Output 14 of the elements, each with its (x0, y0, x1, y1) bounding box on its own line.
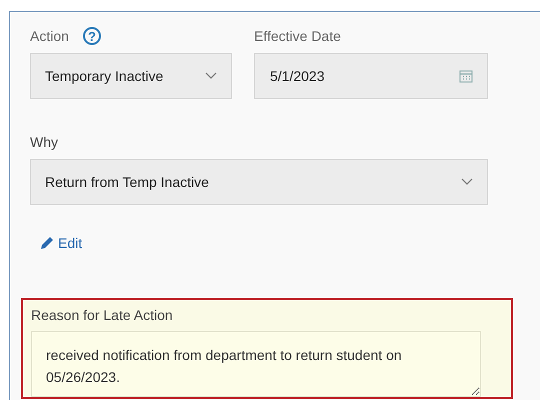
field-label: Effective Date (254, 28, 341, 44)
action-dropdown[interactable]: Temporary Inactive (30, 53, 232, 99)
why-dropdown[interactable]: Return from Temp Inactive (30, 159, 488, 205)
field-label: Why (30, 134, 58, 150)
chevron-icon (461, 178, 473, 186)
pencil-icon (39, 235, 55, 251)
field-label: Reason for Late Action (31, 307, 174, 323)
field-label: Action (30, 28, 69, 44)
reason-textarea[interactable]: received notification from department to return student on 05/26/2023. (31, 331, 481, 397)
help-icon[interactable]: ? (82, 27, 101, 45)
edit-link[interactable]: Edit (39, 235, 82, 251)
date-field[interactable]: 5/1/2023 (254, 53, 488, 99)
chevron-icon (205, 72, 217, 80)
calendar-icon[interactable] (459, 69, 473, 83)
